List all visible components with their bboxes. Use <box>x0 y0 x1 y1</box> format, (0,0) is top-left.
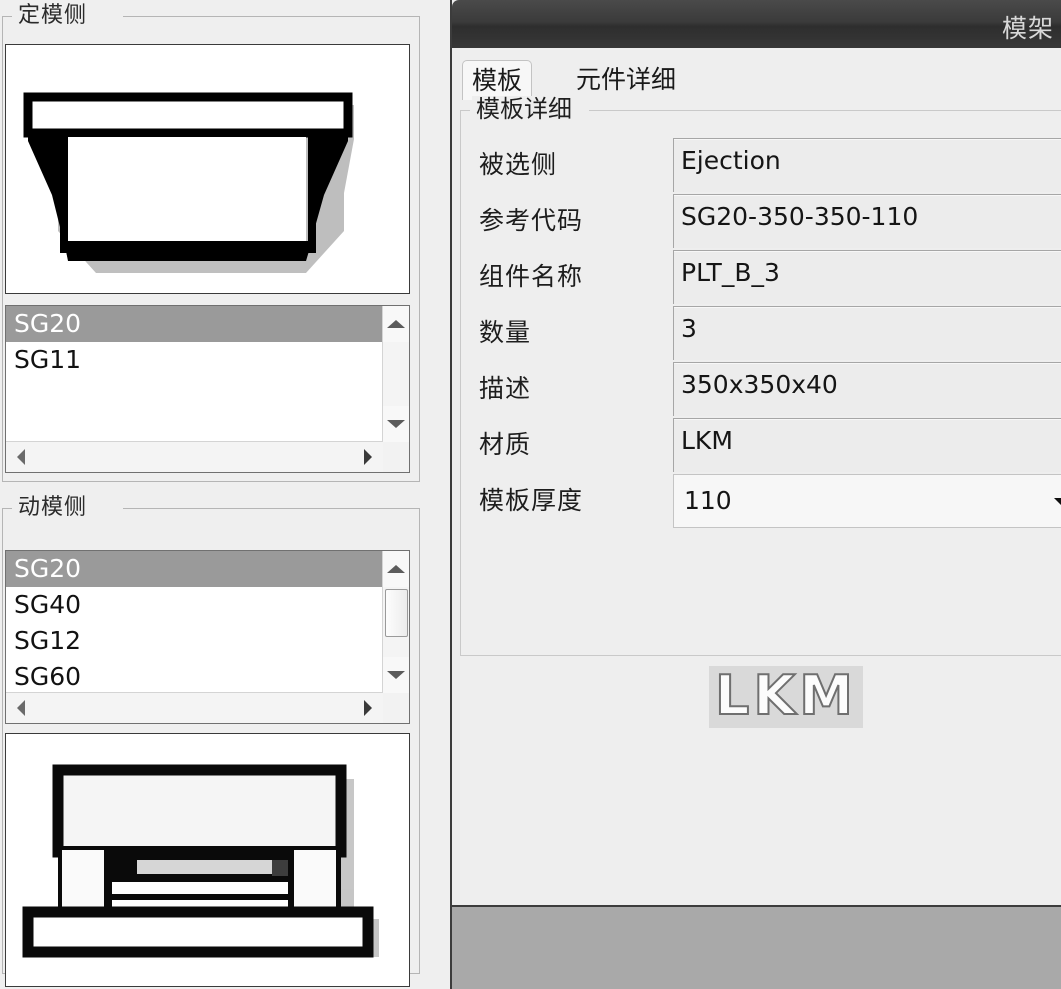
scroll-left-icon[interactable] <box>6 693 36 723</box>
field-plate-thickness-combobox[interactable]: 110 <box>673 474 1061 528</box>
field-selected-side-value: Ejection <box>681 146 781 175</box>
field-selected-side[interactable]: Ejection <box>673 138 1061 192</box>
groupbox-top-left-rule <box>3 16 12 17</box>
list-item[interactable]: SG12 <box>6 623 383 659</box>
app-root: 定模侧 SG20 SG11 动模侧 SG20 SG40 SG12 SG60 模架… <box>0 0 1061 989</box>
label-reference-code: 参考代码 <box>479 206 584 235</box>
label-quantity: 数量 <box>479 318 532 347</box>
list-item[interactable]: SG40 <box>6 587 383 623</box>
dialog-bottom-strip <box>450 905 1061 989</box>
dialog-titlebar[interactable]: 模架 <box>452 0 1061 48</box>
fixed-side-list-items[interactable]: SG20 SG11 <box>6 306 383 442</box>
field-quantity[interactable]: 3 <box>673 306 1061 360</box>
field-description[interactable]: 350x350x40 <box>673 362 1061 416</box>
moving-side-vertical-scrollbar[interactable] <box>382 551 409 693</box>
inner-groupbox-top-rule <box>589 110 1061 111</box>
form-row-material: 材质 LKM <box>461 418 1061 472</box>
moving-side-list-items[interactable]: SG20 SG40 SG12 SG60 <box>6 551 383 693</box>
group-template-detail: 模板详细 被选侧 Ejection 参考代码 SG20-350-350-110 … <box>460 96 1061 728</box>
left-panel: 定模侧 SG20 SG11 动模侧 SG20 SG40 SG12 SG60 <box>0 0 421 989</box>
chevron-down-icon[interactable] <box>1054 498 1061 507</box>
label-selected-side: 被选侧 <box>479 150 558 179</box>
form-row-description: 描述 350x350x40 <box>461 362 1061 416</box>
field-reference-code[interactable]: SG20-350-350-110 <box>673 194 1061 248</box>
form-row-component-name: 组件名称 PLT_B_3 <box>461 250 1061 304</box>
fixed-side-listbox[interactable]: SG20 SG11 <box>5 305 410 473</box>
tab-component-detail[interactable]: 元件详细 <box>567 60 685 100</box>
list-item[interactable]: SG20 <box>6 306 383 342</box>
fixed-side-vertical-scrollbar[interactable] <box>382 306 409 442</box>
moving-side-mold-diagram <box>6 734 407 984</box>
groupbox-top-rule <box>123 16 419 17</box>
scroll-down-icon[interactable] <box>383 657 409 693</box>
moving-side-listbox[interactable]: SG20 SG40 SG12 SG60 <box>5 550 410 724</box>
list-item[interactable]: SG20 <box>6 551 383 587</box>
fixed-side-preview <box>5 44 410 294</box>
form-row-quantity: 数量 3 <box>461 306 1061 360</box>
field-material-value: LKM <box>681 426 733 455</box>
label-material: 材质 <box>479 430 532 459</box>
scroll-down-icon[interactable] <box>383 406 409 442</box>
form-row-plate-thickness: 模板厚度 110 <box>461 474 1061 528</box>
field-plate-thickness-value: 110 <box>684 486 732 515</box>
scrollbar-corner <box>383 693 409 723</box>
mold-base-dialog: 模架 模板 元件详细 模板详细 被选侧 Ejection 参考代码 SG20-3… <box>450 0 1061 907</box>
scroll-up-icon[interactable] <box>383 306 409 342</box>
form-row-reference-code: 参考代码 SG20-350-350-110 <box>461 194 1061 248</box>
dialog-title: 模架 <box>1001 14 1054 43</box>
scrollbar-corner <box>383 442 409 472</box>
scroll-right-icon[interactable] <box>353 442 383 472</box>
group-moving-side-title: 动模侧 <box>13 496 93 520</box>
field-description-value: 350x350x40 <box>681 370 838 399</box>
tab-template[interactable]: 模板 <box>462 60 533 100</box>
field-material[interactable]: LKM <box>673 418 1061 472</box>
group-template-detail-title: 模板详细 <box>472 96 576 123</box>
field-quantity-value: 3 <box>681 314 697 343</box>
scroll-right-icon[interactable] <box>353 693 383 723</box>
form-row-selected-side: 被选侧 Ejection <box>461 138 1061 192</box>
groupbox-top-left-rule <box>3 508 12 509</box>
list-item[interactable]: SG60 <box>6 659 383 693</box>
field-reference-code-value: SG20-350-350-110 <box>681 202 919 231</box>
scroll-thumb[interactable] <box>385 589 408 637</box>
lkm-logo: LKM <box>709 666 863 728</box>
fixed-side-horizontal-scrollbar[interactable] <box>6 441 383 472</box>
field-component-name[interactable]: PLT_B_3 <box>673 250 1061 304</box>
moving-side-preview <box>5 733 410 987</box>
scroll-left-icon[interactable] <box>6 442 36 472</box>
groupbox-top-rule <box>123 508 419 509</box>
moving-side-horizontal-scrollbar[interactable] <box>6 692 383 723</box>
group-fixed-side-title: 定模侧 <box>13 4 93 28</box>
field-component-name-value: PLT_B_3 <box>681 258 780 287</box>
label-plate-thickness: 模板厚度 <box>479 486 584 515</box>
scroll-up-icon[interactable] <box>383 551 409 587</box>
inner-groupbox-top-left-rule <box>461 110 470 111</box>
label-component-name: 组件名称 <box>479 262 584 291</box>
dialog-body: 模板 元件详细 模板详细 被选侧 Ejection 参考代码 SG20-350-… <box>452 48 1061 905</box>
fixed-side-mold-diagram <box>6 45 407 291</box>
label-description: 描述 <box>479 374 532 403</box>
list-item[interactable]: SG11 <box>6 342 383 378</box>
